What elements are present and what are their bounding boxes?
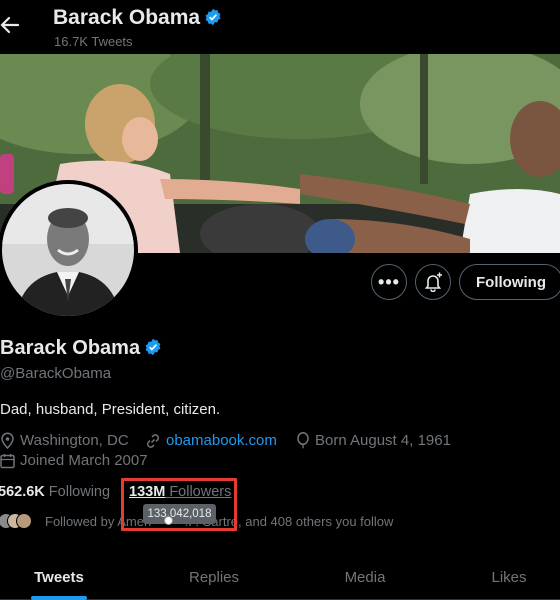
back-arrow-icon[interactable] [0, 12, 20, 38]
notifications-button[interactable] [415, 264, 451, 300]
profile-joined: Joined March 2007 [0, 452, 148, 469]
location-pin-icon [1, 432, 14, 449]
verified-badge-icon [145, 338, 161, 356]
profile-location: Washington, DC [0, 432, 129, 449]
followers-tooltip: 133,042,018 [143, 504, 216, 524]
profile-birthday: Born August 4, 1961 [296, 432, 451, 449]
profile-bio: Dad, husband, President, citizen. [0, 401, 221, 418]
tab-likes[interactable]: Likes [470, 555, 548, 600]
profile-avatar[interactable] [0, 180, 138, 320]
following-stat[interactable]: 562.6K Following [0, 484, 110, 500]
tab-tweets[interactable]: Tweets [20, 555, 98, 600]
follower-avatar [16, 513, 32, 529]
tab-media[interactable]: Media [326, 555, 404, 600]
profile-header: Barack Obama 16.7K Tweets [0, 0, 560, 54]
profile-name: Barack Obama [0, 337, 162, 360]
tab-replies[interactable]: Replies [175, 555, 253, 600]
link-icon [146, 433, 160, 448]
verified-badge-icon [205, 8, 221, 26]
profile-tabs: Tweets Replies Media Likes [0, 555, 560, 600]
mouse-cursor-icon [164, 516, 173, 525]
following-button[interactable]: Following [459, 264, 560, 300]
header-name: Barack Obama [53, 6, 222, 30]
active-tab-indicator [31, 596, 87, 600]
balloon-icon [297, 432, 309, 449]
tweet-count: 16.7K Tweets [54, 34, 133, 49]
bell-plus-icon [424, 272, 442, 292]
calendar-icon [0, 453, 15, 468]
more-icon: ••• [378, 271, 400, 292]
more-options-button[interactable]: ••• [371, 264, 407, 300]
profile-website[interactable]: obamabook.com [145, 432, 277, 449]
profile-handle: @BarackObama [0, 365, 112, 382]
